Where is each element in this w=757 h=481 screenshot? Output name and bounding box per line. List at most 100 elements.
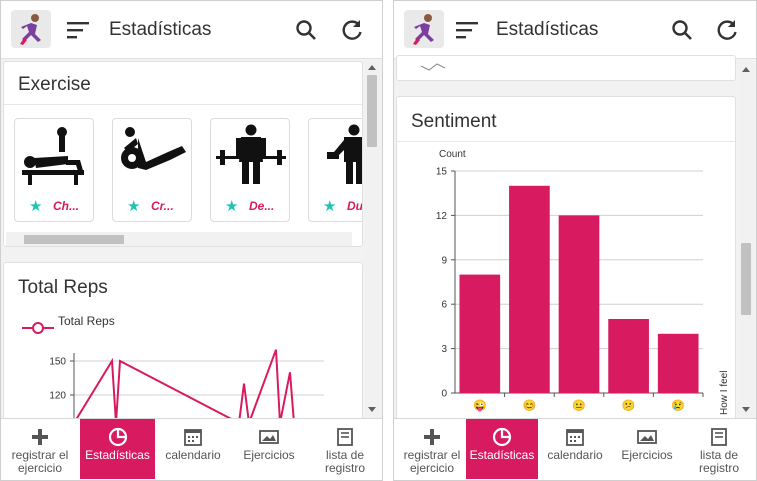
scroll-down-arrow[interactable] <box>742 407 750 412</box>
book-icon <box>337 428 353 446</box>
menu-icon[interactable] <box>456 21 478 39</box>
divider <box>397 141 735 142</box>
scroll-up-arrow[interactable] <box>742 67 750 72</box>
app-logo <box>404 10 444 48</box>
nav-label: calendario <box>547 448 603 462</box>
search-icon[interactable] <box>670 18 694 42</box>
y-tick-label: 9 <box>441 255 447 266</box>
app-title: Estadísticas <box>496 19 599 40</box>
crunch-icon <box>121 127 186 170</box>
calendar-icon <box>566 429 584 446</box>
sentiment-chart: Count 0 3 6 9 12 15 😜 😊 😐 😕 😢 How I feel <box>436 149 730 415</box>
nav-label: registrar el ejercicio <box>403 448 461 475</box>
y-tick-label: 150 <box>49 357 66 368</box>
x-axis-label: How I feel <box>719 371 730 415</box>
exercise-item[interactable]: ★ De... <box>210 118 290 222</box>
nav-label: Ejercicios <box>621 448 673 462</box>
nav-label: Estadísticas <box>469 448 535 462</box>
app-title: Estadísticas <box>109 19 212 40</box>
nav-calendar[interactable]: calendario <box>157 419 229 479</box>
y-tick-label: 15 <box>436 167 448 178</box>
gallery-icon <box>637 430 657 444</box>
scroll-down-arrow[interactable] <box>368 407 376 412</box>
exercise-item[interactable]: ★ Ch... <box>14 118 94 222</box>
nav-label: registrar el ejercicio <box>11 448 69 475</box>
app-bar: Estadísticas <box>394 1 756 59</box>
nav-register-exercise[interactable]: registrar el ejercicio <box>3 419 77 479</box>
refresh-icon[interactable] <box>339 17 365 43</box>
nav-exercises[interactable]: Ejercicios <box>612 419 682 479</box>
sentiment-bar <box>657 333 699 393</box>
gallery-icon <box>259 430 279 444</box>
star-icon: ★ <box>127 198 141 215</box>
nav-statistics[interactable]: Estadísticas <box>80 419 155 479</box>
scroll-thumb[interactable] <box>367 75 377 147</box>
exercise-item[interactable]: ★ Du... <box>308 118 363 222</box>
bottom-nav: registrar el ejercicio Estadísticas cale… <box>1 418 382 480</box>
chart-fragment <box>420 63 446 71</box>
y-tick-label: 120 <box>49 391 66 402</box>
star-icon: ★ <box>225 198 239 215</box>
left-screen: Estadísticas Exercise ★ Ch... ★ Cr... ★ … <box>0 0 383 481</box>
x-tick-label: 😊 <box>523 399 537 412</box>
x-tick-label: 😕 <box>622 399 636 412</box>
nav-exercises[interactable]: Ejercicios <box>231 419 307 479</box>
sentiment-bar <box>608 319 649 393</box>
nav-label: Ejercicios <box>243 448 295 462</box>
legend-marker <box>22 322 54 334</box>
nav-log-list[interactable]: lista de registro <box>311 419 379 479</box>
nav-label: lista de registro <box>698 448 739 475</box>
deadlift-icon <box>216 124 286 184</box>
y-axis-label: Count <box>439 149 466 160</box>
pie-chart-icon <box>492 427 512 447</box>
y-tick-label: 12 <box>436 211 448 222</box>
vertical-scrollbar[interactable] <box>738 61 754 418</box>
star-icon: ★ <box>29 198 43 215</box>
nav-register-exercise[interactable]: registrar el ejercicio <box>396 419 468 479</box>
dumbbell-curl-icon <box>327 124 362 184</box>
sentiment-bar <box>459 274 501 393</box>
search-icon[interactable] <box>294 18 318 42</box>
book-icon <box>711 428 727 446</box>
divider <box>4 104 362 105</box>
y-tick-label: 0 <box>441 389 447 400</box>
app-bar: Estadísticas <box>1 1 382 59</box>
y-tick-label: 6 <box>441 300 447 311</box>
star-icon: ★ <box>323 198 337 215</box>
menu-icon[interactable] <box>67 21 89 39</box>
calendar-icon <box>184 429 202 446</box>
bottom-nav: registrar el ejercicio Estadísticas cale… <box>394 418 756 480</box>
plus-icon <box>32 429 48 445</box>
exercise-item-label: Ch... <box>53 199 79 213</box>
nav-log-list[interactable]: lista de registro <box>686 419 752 479</box>
total-reps-card: Total Reps Total Reps 150 120 <box>3 262 363 422</box>
y-tick-label: 3 <box>441 344 447 355</box>
sentiment-card-title: Sentiment <box>411 111 497 132</box>
refresh-icon[interactable] <box>714 17 740 43</box>
x-tick-label: 😐 <box>572 399 586 412</box>
exercise-item-label: Cr... <box>151 199 174 213</box>
exercise-item[interactable]: ★ Cr... <box>112 118 192 222</box>
total-reps-chart: 150 120 <box>49 349 324 421</box>
exercise-item-label: Du... <box>347 199 363 213</box>
sentiment-bar <box>558 215 600 393</box>
horizontal-scrollbar[interactable] <box>6 232 352 246</box>
plus-icon <box>424 429 440 445</box>
exercise-card: Exercise ★ Ch... ★ Cr... ★ De... ★ Du <box>3 61 363 247</box>
pie-chart-icon <box>108 427 127 447</box>
total-reps-title: Total Reps <box>18 277 108 298</box>
nav-statistics[interactable]: Estadísticas <box>466 419 538 479</box>
x-tick-label: 😢 <box>671 399 685 412</box>
scroll-thumb[interactable] <box>741 243 751 315</box>
nav-label: lista de registro <box>324 448 365 475</box>
app-logo <box>11 10 51 48</box>
bench-press-icon <box>22 127 84 185</box>
previous-card <box>396 55 736 81</box>
scroll-up-arrow[interactable] <box>368 65 376 70</box>
vertical-scrollbar[interactable] <box>364 61 380 418</box>
x-tick-label: 😜 <box>473 399 487 412</box>
sentiment-card: Sentiment Count 0 3 6 9 12 15 😜 😊 😐 😕 😢 How I feel <box>396 96 736 426</box>
nav-calendar[interactable]: calendario <box>540 419 610 479</box>
sentiment-bar <box>509 185 550 393</box>
scroll-thumb[interactable] <box>24 235 124 244</box>
